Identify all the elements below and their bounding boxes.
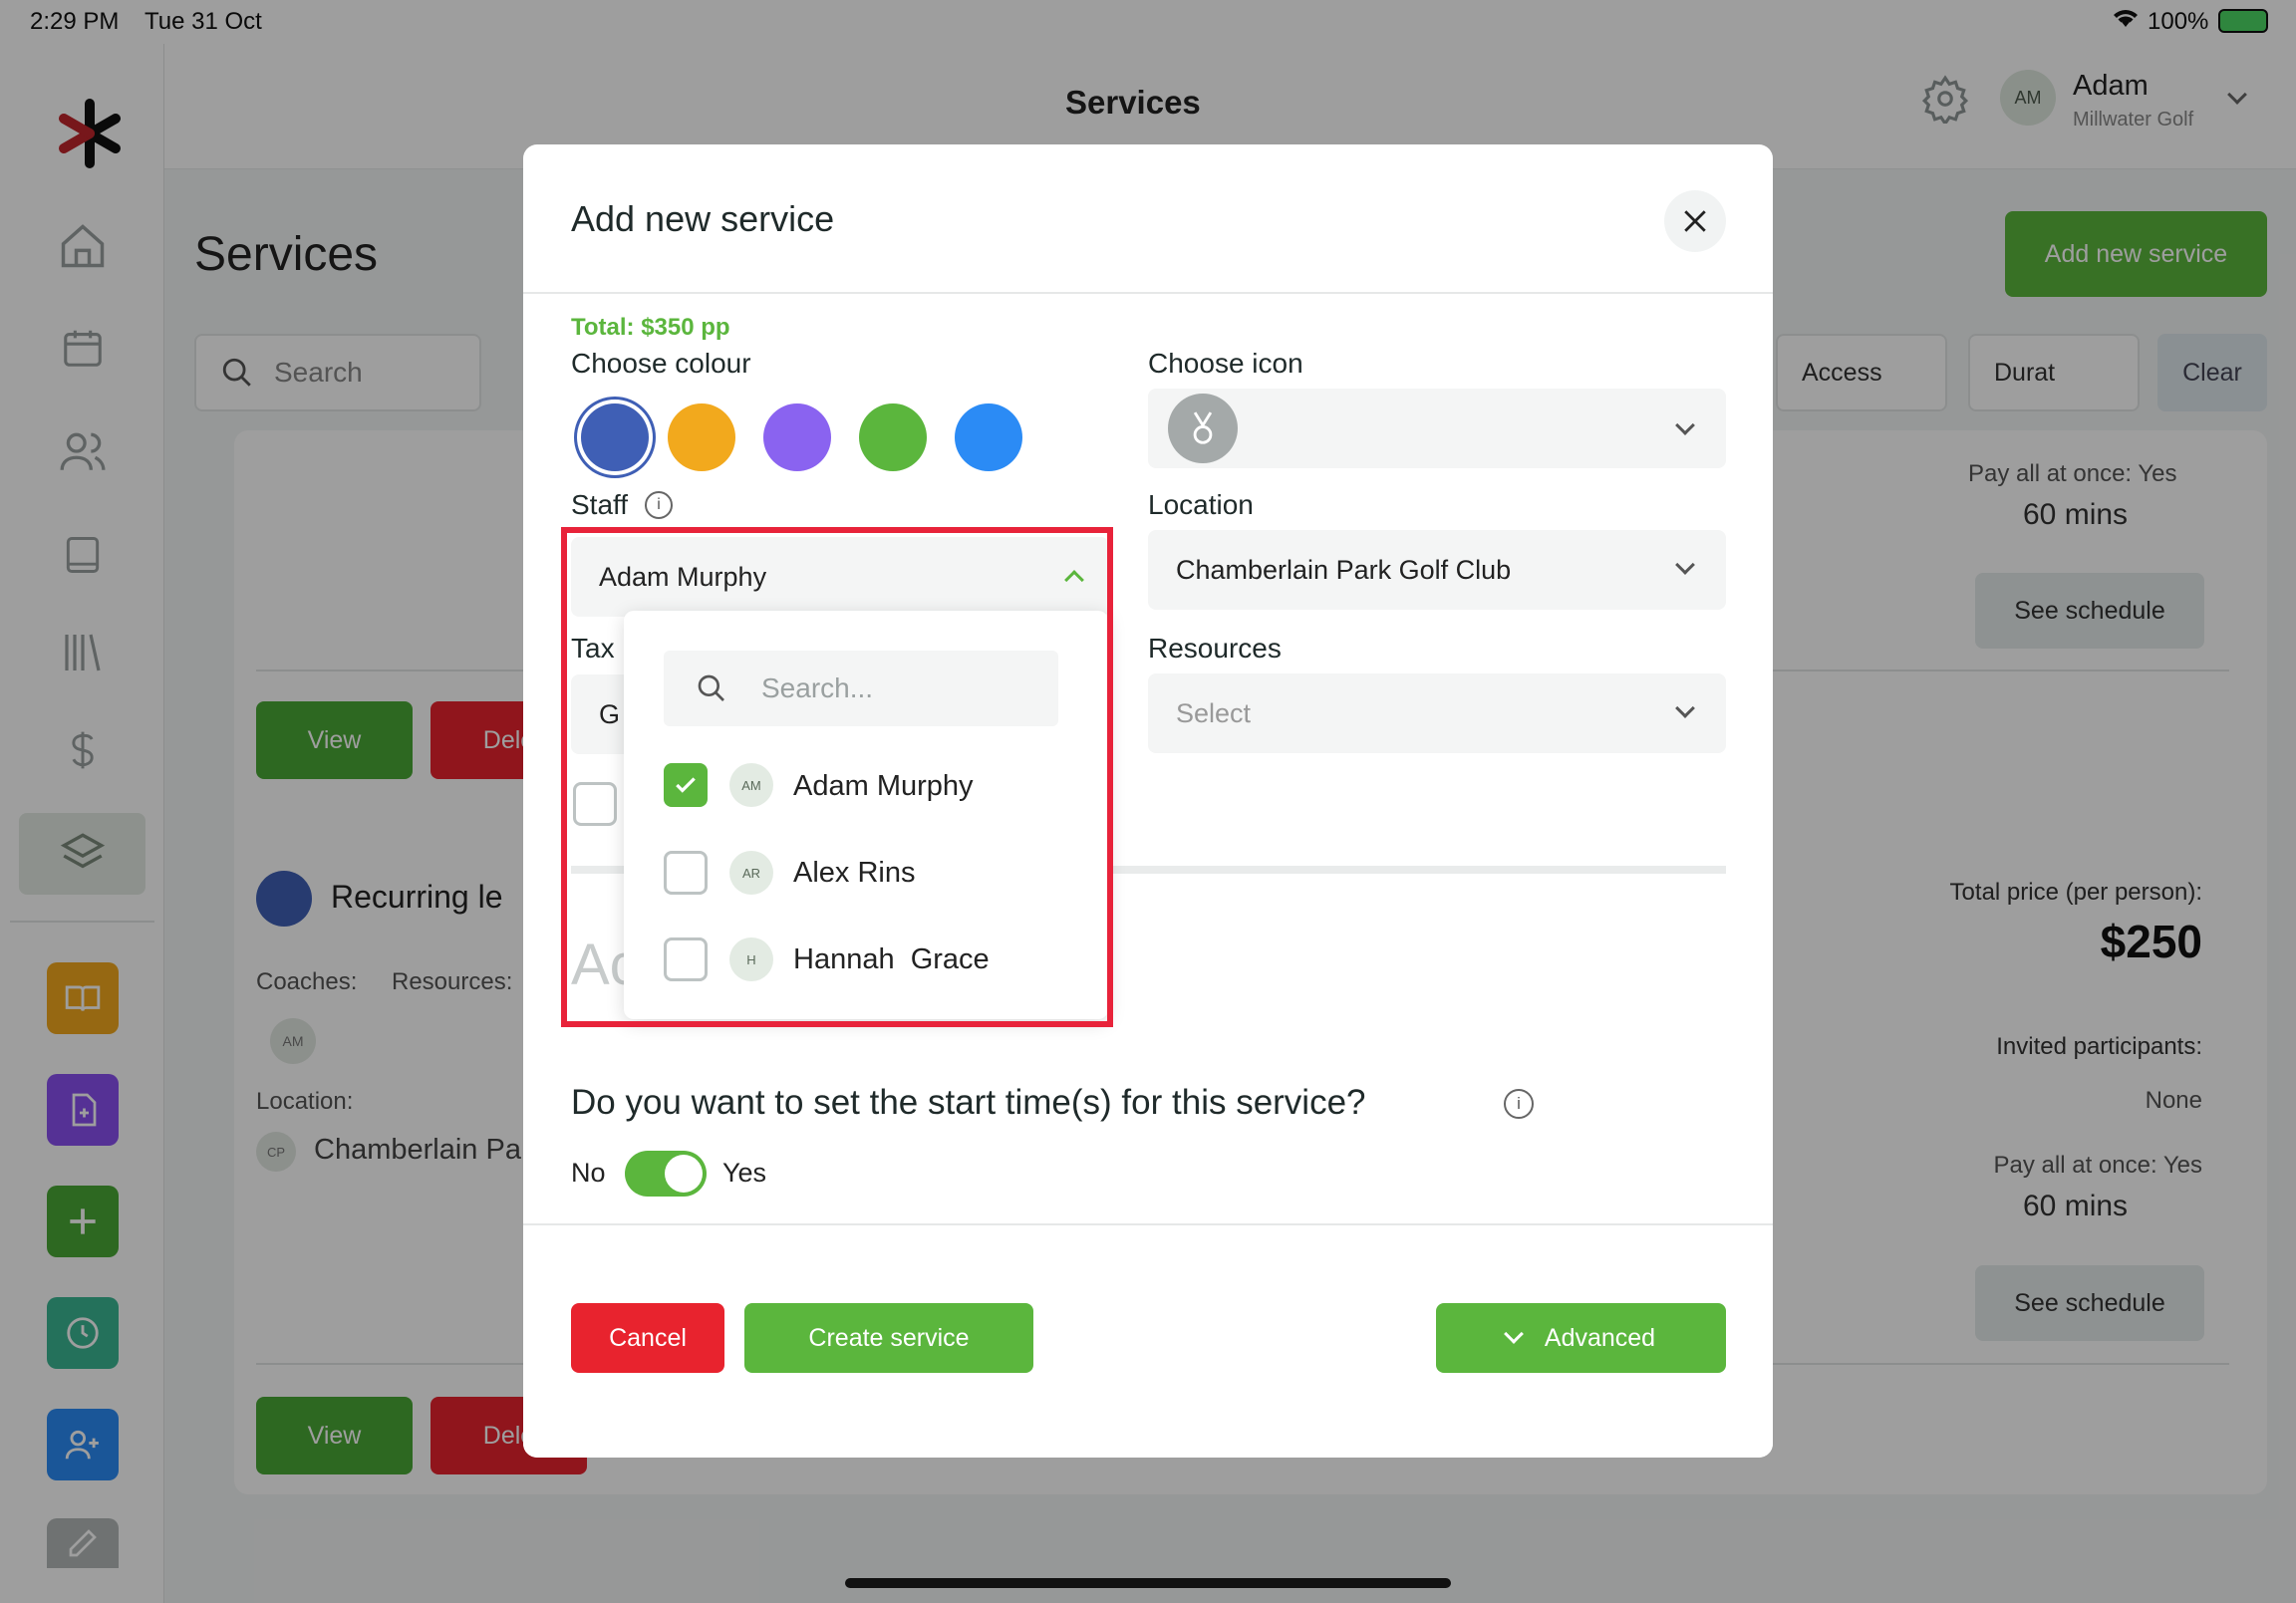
toggle-knob [665,1155,703,1193]
create-service-button[interactable]: Create service [744,1303,1033,1373]
cancel-button[interactable]: Cancel [571,1303,724,1373]
home-indicator [845,1578,1451,1588]
highlight-box [561,527,1113,1027]
colour-swatch-blue[interactable] [581,403,649,471]
info-icon[interactable]: i [645,491,673,519]
chevron-down-icon [1675,415,1695,435]
colour-swatch-green[interactable] [859,403,927,471]
colour-swatch-lightblue[interactable] [955,403,1022,471]
toggle-no-label: No [571,1158,606,1188]
location-label: Location [1148,489,1254,520]
total-text: Total: $350 pp [571,314,730,341]
add-service-modal: Add new service Total: $350 pp Choose co… [523,144,1773,1458]
resources-placeholder: Select [1176,697,1252,728]
info-icon[interactable]: i [1504,1089,1534,1119]
chevron-down-icon [1503,1324,1524,1344]
location-select[interactable]: Chamberlain Park Golf Club [1148,530,1726,610]
resources-label: Resources [1148,633,1282,664]
location-value: Chamberlain Park Golf Club [1176,554,1512,585]
choose-icon-label: Choose icon [1148,348,1303,379]
chevron-down-icon [1675,555,1695,575]
start-time-question: Do you want to set the start time(s) for… [571,1083,1366,1122]
medal-icon [1168,394,1238,463]
advanced-button[interactable]: Advanced [1436,1303,1726,1373]
toggle-yes-label: Yes [722,1158,767,1188]
close-button[interactable] [1664,190,1726,252]
colour-swatch-orange[interactable] [668,403,735,471]
chevron-down-icon [1675,698,1695,718]
modal-footer: Cancel Create service Advanced [523,1223,1773,1458]
choose-colour-label: Choose colour [571,348,751,379]
colour-swatch-purple[interactable] [763,403,831,471]
advanced-label: Advanced [1544,1323,1656,1352]
close-icon [1684,210,1706,232]
staff-label: Staff [571,489,629,520]
start-time-toggle[interactable] [625,1151,707,1197]
icon-select[interactable] [1148,389,1726,468]
divider [523,292,1773,294]
resources-select[interactable]: Select [1148,673,1726,753]
modal-title: Add new service [571,198,835,239]
